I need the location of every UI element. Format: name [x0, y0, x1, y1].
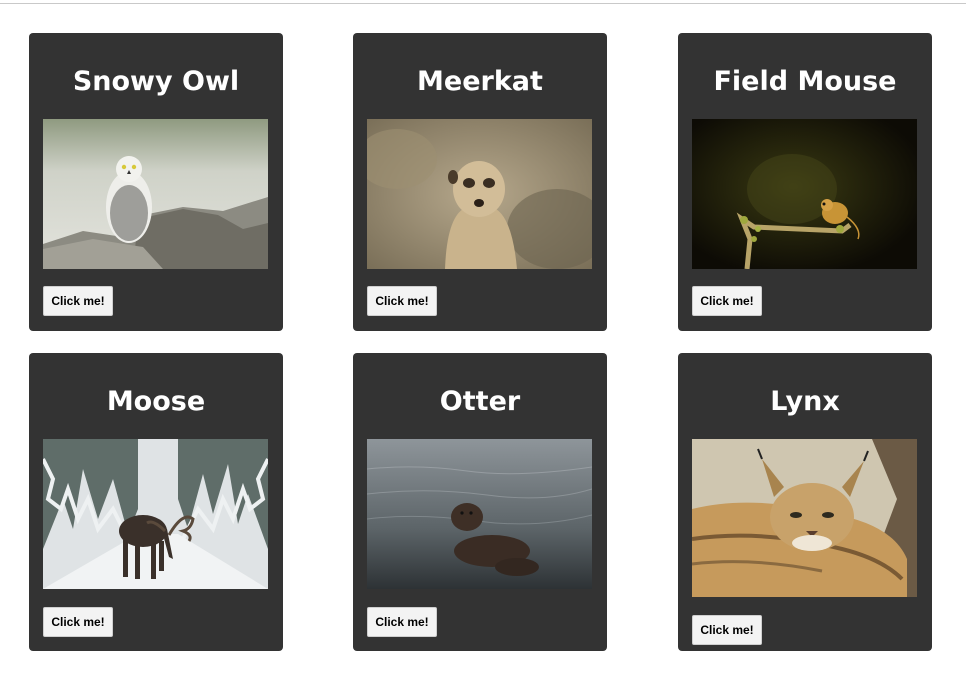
- card-title: Moose: [106, 386, 206, 417]
- field-mouse-photo: [692, 119, 917, 269]
- click-me-button[interactable]: Click me!: [43, 286, 113, 316]
- click-me-button[interactable]: Click me!: [43, 607, 113, 637]
- card-title: Snowy Owl: [72, 66, 240, 97]
- card-lynx: Lynx Click me!: [678, 353, 932, 651]
- card-title: Field Mouse: [713, 66, 897, 97]
- click-me-button[interactable]: Click me!: [692, 286, 762, 316]
- moose-photo: [43, 439, 268, 589]
- card-snowy-owl: Snowy Owl Click me!: [29, 33, 283, 331]
- card-title: Lynx: [770, 386, 840, 417]
- snowy-owl-photo: [43, 119, 268, 269]
- meerkat-photo: [367, 119, 592, 269]
- lynx-photo: [692, 439, 917, 597]
- card-title: Meerkat: [417, 66, 543, 97]
- card-otter: Otter Click me!: [353, 353, 607, 651]
- card-meerkat: Meerkat Click me!: [353, 33, 607, 331]
- click-me-button[interactable]: Click me!: [367, 286, 437, 316]
- card-moose: Moose Click me!: [29, 353, 283, 651]
- click-me-button[interactable]: Click me!: [367, 607, 437, 637]
- card-field-mouse: Field Mouse Click me!: [678, 33, 932, 331]
- otter-photo: [367, 439, 592, 589]
- card-title: Otter: [439, 386, 521, 417]
- click-me-button[interactable]: Click me!: [692, 615, 762, 645]
- top-divider: [0, 3, 966, 4]
